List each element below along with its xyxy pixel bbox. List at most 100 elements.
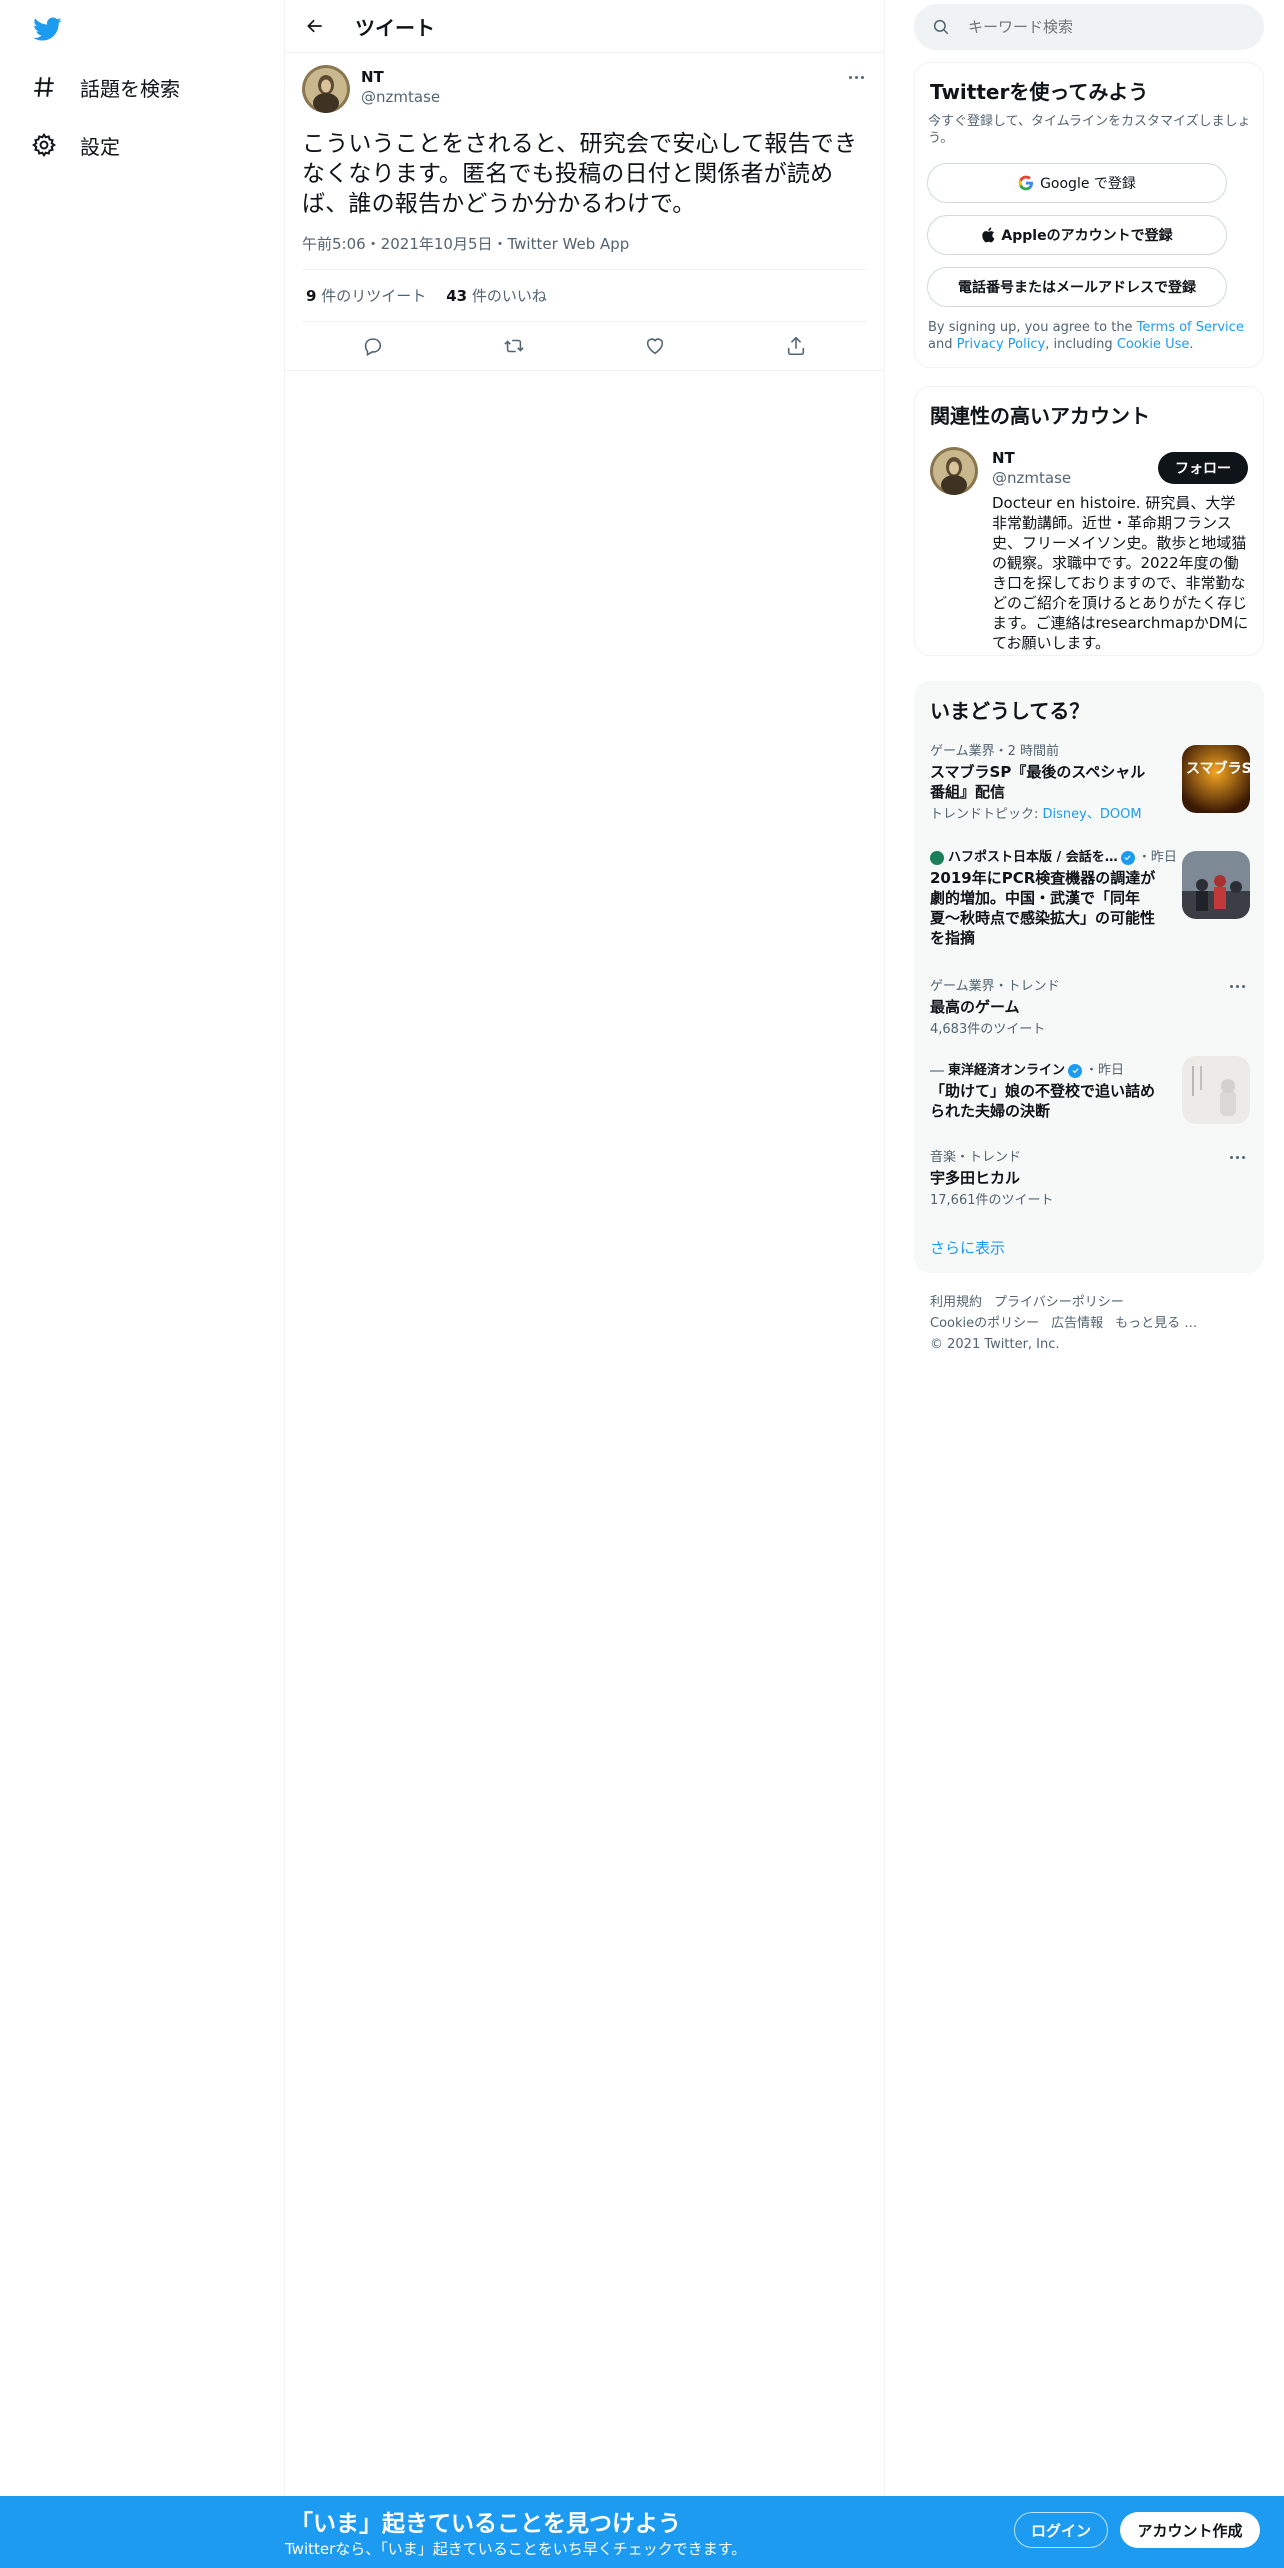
twitter-logo-icon[interactable] xyxy=(30,14,64,44)
trend-name: 宇多田ヒカル xyxy=(930,1169,1021,1187)
share-icon[interactable] xyxy=(778,328,814,364)
retweet-icon[interactable] xyxy=(496,328,532,364)
trend-name: 最高のゲーム xyxy=(930,998,1020,1016)
trend-item[interactable]: ゲーム業界・トレンド 最高のゲーム 4,683件のツイート xyxy=(930,978,1250,1038)
source-logo-icon xyxy=(930,850,944,865)
related-title: 関連性の高いアカウント xyxy=(930,404,1150,428)
more-options-icon[interactable] xyxy=(1230,980,1250,992)
trends-card: いまどうしてる？ ゲーム業界・2 時間前 スマブラSP『最後のスペシャル番組』配… xyxy=(914,681,1264,1273)
terms-of-service-link[interactable]: Terms of Service xyxy=(1137,320,1244,335)
related-bio: Docteur en histoire. 研究員、大学非常勤講師。近世・革命期フ… xyxy=(992,494,1249,652)
related-avatar[interactable] xyxy=(930,447,978,495)
trend-thumbnail xyxy=(1182,1056,1250,1124)
terms-text: and xyxy=(928,337,957,352)
trend-time: ・昨日 xyxy=(1085,1063,1125,1078)
tweet-text: こういうことをされると、研究会で安心して報告できなくなります。匿名でも投稿の日付… xyxy=(302,131,858,217)
search-input[interactable] xyxy=(968,18,1248,36)
show-more-link[interactable]: さらに表示 xyxy=(930,1237,1005,1258)
footer-cookie-link[interactable]: Cookieのポリシー xyxy=(930,1316,1039,1331)
related-accounts-card: 関連性の高いアカウント NT @nzmtase フォロー Docteur en … xyxy=(914,386,1264,656)
trend-sub: 4,683件のツイート xyxy=(930,1022,1046,1037)
apple-signup-button[interactable]: Appleのアカウントで登録 xyxy=(927,215,1227,255)
trend-time: ・昨日 xyxy=(1137,850,1177,865)
cookie-use-link[interactable]: Cookie Use xyxy=(1117,337,1190,352)
trend-name: 2019年にPCR検査機器の調達が劇的増加。中国・武漢で「同年夏〜秋時点で感染拡… xyxy=(930,869,1156,947)
bottom-signup-bar: 「いま」起きていることを見つけよう Twitterなら、「いま」起きていることを… xyxy=(0,2496,1284,2568)
related-name[interactable]: NT xyxy=(992,449,1015,467)
google-signup-label: Google で登録 xyxy=(1040,176,1136,192)
trend-source: ハフポスト日本版 / 会話を… xyxy=(948,850,1118,865)
like-count: 43 xyxy=(446,287,468,305)
login-button[interactable]: ログイン xyxy=(1014,2512,1108,2548)
trend-thumbnail xyxy=(1182,851,1250,919)
footer-terms-link[interactable]: 利用規約 xyxy=(930,1295,982,1310)
trend-item[interactable]: ハフポスト日本版 / 会話を… ・昨日 2019年にPCR検査機器の調達が劇的増… xyxy=(930,849,1250,948)
trend-item[interactable]: 東洋経済オンライン ・昨日 「助けて」娘の不登校で追い詰められた夫婦の決断 xyxy=(930,1056,1250,1124)
more-options-icon[interactable] xyxy=(1230,1151,1250,1163)
hashtag-icon xyxy=(30,73,58,101)
source-logo-icon xyxy=(930,1069,944,1072)
phone-email-signup-button[interactable]: 電話番号またはメールアドレスで登録 xyxy=(927,267,1227,307)
footer-more-link[interactable]: もっと見る … xyxy=(1115,1316,1197,1331)
terms-text: . xyxy=(1189,337,1194,352)
tweet-header: ツイート xyxy=(285,0,884,53)
search-icon xyxy=(932,17,952,37)
nav-settings-label: 設定 xyxy=(80,134,120,159)
retweet-stat[interactable]: 9 件のリツイート xyxy=(306,285,426,306)
nav-explore[interactable]: 話題を検索 xyxy=(30,67,180,107)
more-options-icon[interactable] xyxy=(845,67,867,87)
signup-terms: By signing up, you agree to the Terms of… xyxy=(928,319,1252,353)
trend-sub-prefix: トレンドトピック: xyxy=(930,807,1043,822)
terms-text: By signing up, you agree to the xyxy=(928,320,1137,335)
trend-item[interactable]: ゲーム業界・2 時間前 スマブラSP『最後のスペシャル番組』配信 トレンドトピッ… xyxy=(930,743,1250,823)
reply-icon[interactable] xyxy=(355,328,391,364)
apple-icon xyxy=(981,227,995,243)
trend-source: 東洋経済オンライン xyxy=(948,1063,1066,1078)
trend-topic-links[interactable]: Disney、DOOM xyxy=(1043,807,1142,822)
tweet-author: NT @nzmtase xyxy=(302,65,867,115)
gear-icon xyxy=(30,131,58,159)
like-stat[interactable]: 43 件のいいね xyxy=(446,285,547,306)
retweet-count: 9 xyxy=(306,287,317,305)
trends-title: いまどうしてる？ xyxy=(930,699,1090,723)
author-handle[interactable]: @nzmtase xyxy=(361,87,440,107)
author-name[interactable]: NT xyxy=(361,67,440,87)
verified-badge-icon xyxy=(1068,1063,1083,1078)
google-icon xyxy=(1018,175,1034,191)
footer-ads-link[interactable]: 広告情報 xyxy=(1051,1316,1103,1331)
trend-item[interactable]: 音楽・トレンド 宇多田ヒカル 17,661件のツイート xyxy=(930,1149,1250,1209)
retweet-label: 件のリツイート xyxy=(316,287,427,305)
author-avatar[interactable] xyxy=(302,65,350,113)
left-sidebar: 話題を検索 設定 xyxy=(0,0,285,2568)
arrow-left-icon xyxy=(307,19,322,33)
tweet-timestamp[interactable]: 午前5:06・2021年10月5日・Twitter Web App xyxy=(302,234,867,254)
tweet-stats: 9 件のリツイート 43 件のいいね xyxy=(302,269,867,322)
trend-thumbnail: スマブラSP xyxy=(1182,745,1250,813)
related-handle[interactable]: @nzmtase xyxy=(992,469,1071,487)
footer-copyright: © 2021 Twitter, Inc. xyxy=(930,1337,1060,1352)
create-account-button[interactable]: アカウント作成 xyxy=(1120,2512,1260,2548)
search-bar xyxy=(914,4,1264,50)
nav-explore-label: 話題を検索 xyxy=(80,76,180,101)
signup-card: Twitterを使ってみよう 今すぐ登録して、タイムラインをカスタマイズしましょ… xyxy=(914,62,1264,368)
tweet-actions xyxy=(285,322,884,371)
bottom-bar-subtitle: Twitterなら、「いま」起きていることをいち早くチェックできます。 xyxy=(285,2540,747,2558)
trend-meta: 音楽・トレンド xyxy=(930,1150,1022,1165)
google-signup-button[interactable]: Google で登録 xyxy=(927,163,1227,203)
privacy-policy-link[interactable]: Privacy Policy xyxy=(957,337,1046,352)
apple-signup-label: Appleのアカウントで登録 xyxy=(1001,228,1173,244)
like-icon[interactable] xyxy=(637,328,673,364)
nav-settings[interactable]: 設定 xyxy=(30,125,120,165)
footer-links: 利用規約 プライバシーポリシー Cookieのポリシー 広告情報 もっと見る … © … xyxy=(930,1292,1250,1355)
verified-badge-icon xyxy=(1120,850,1135,865)
phone-email-signup-label: 電話番号またはメールアドレスで登録 xyxy=(958,280,1196,296)
back-button[interactable] xyxy=(297,8,333,44)
follow-button[interactable]: フォロー xyxy=(1158,452,1248,484)
thumb-text: スマブラSP xyxy=(1186,760,1250,777)
footer-privacy-link[interactable]: プライバシーポリシー xyxy=(994,1295,1124,1310)
signup-title: Twitterを使ってみよう xyxy=(930,80,1149,104)
trend-sub: 17,661件のツイート xyxy=(930,1193,1054,1208)
signup-subtitle: 今すぐ登録して、タイムラインをカスタマイズしましょう。 xyxy=(928,114,1251,146)
terms-text: , including xyxy=(1045,337,1117,352)
trend-name: スマブラSP『最後のスペシャル番組』配信 xyxy=(930,763,1146,801)
